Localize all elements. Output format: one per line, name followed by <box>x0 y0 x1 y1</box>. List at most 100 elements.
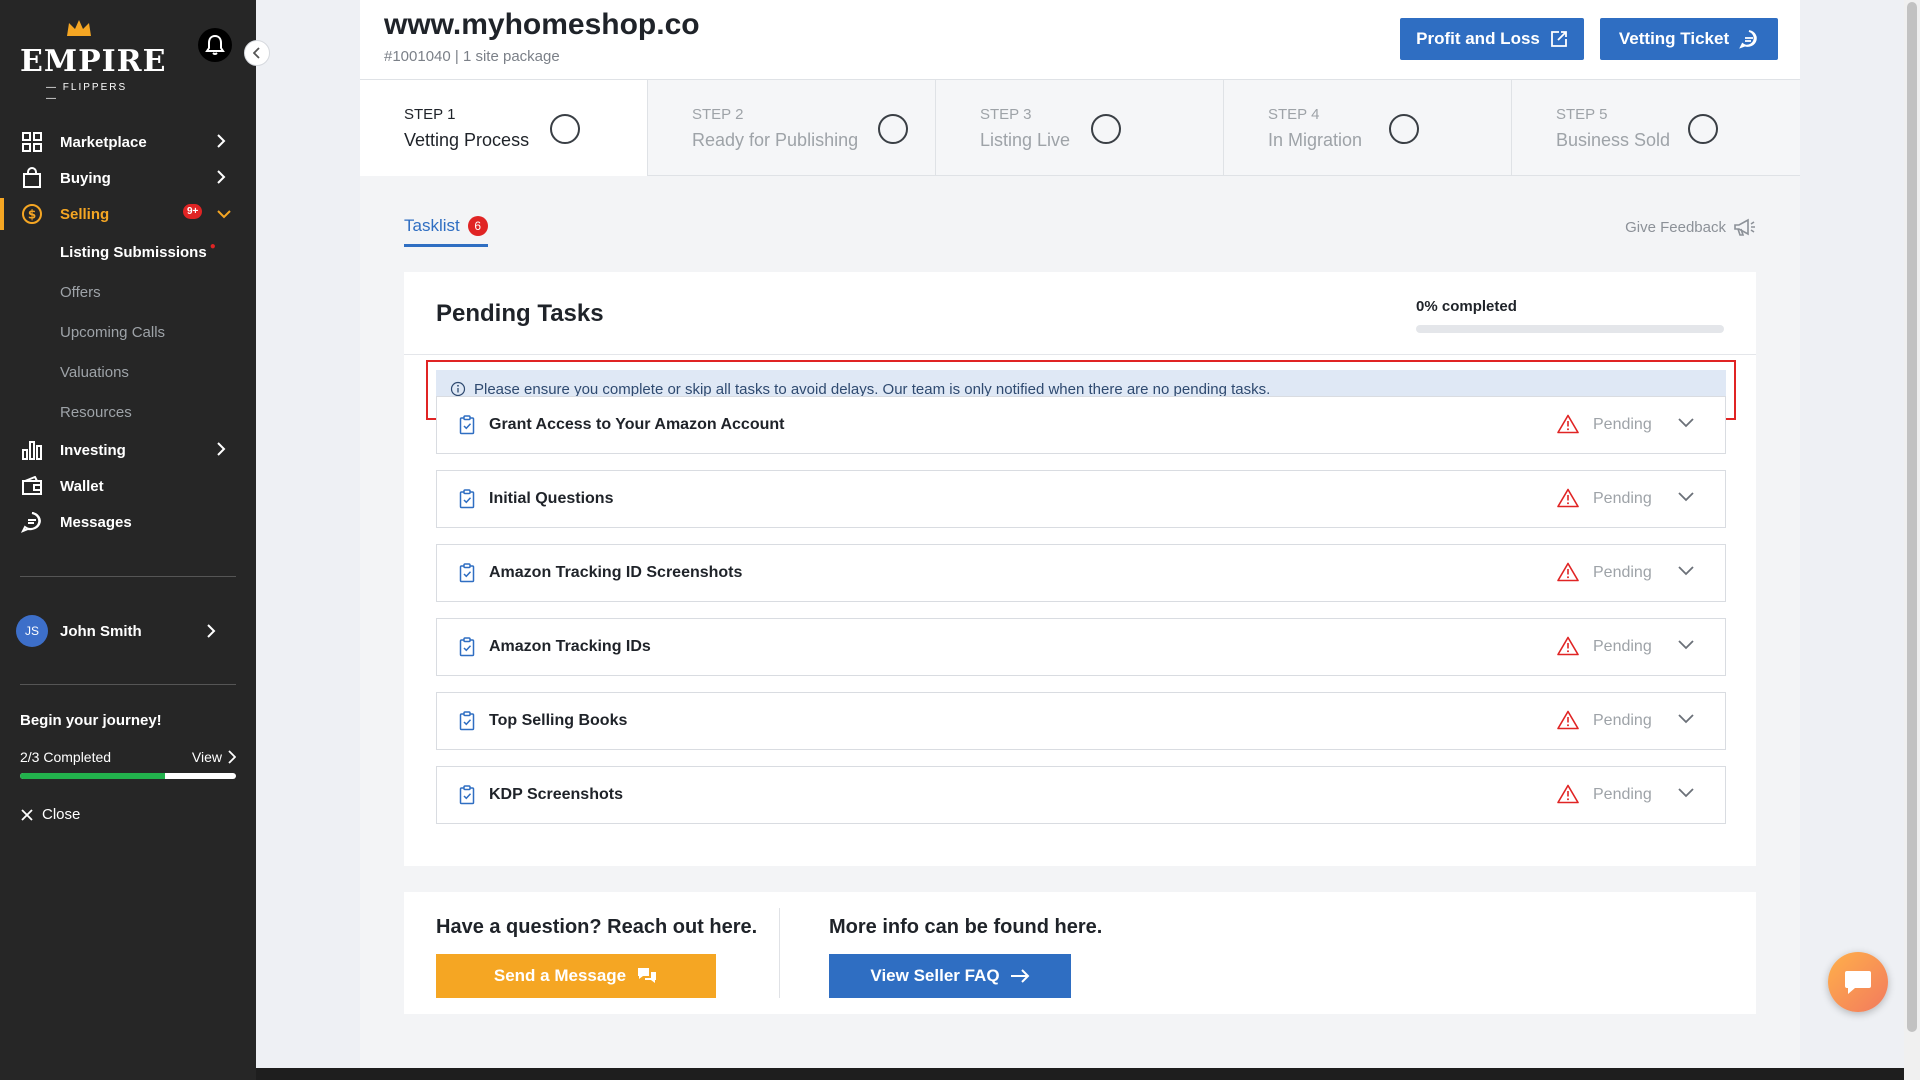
chevron-down-icon[interactable] <box>1677 713 1695 725</box>
user-name: John Smith <box>60 622 142 640</box>
sidebar-subitem-offers[interactable]: Offers <box>0 272 256 312</box>
sidebar-divider <box>20 576 236 577</box>
chevron-left-icon <box>253 47 260 59</box>
close-journey-button[interactable]: Close <box>20 806 80 823</box>
button-label: Vetting Ticket <box>1618 29 1730 48</box>
task-status: Pending <box>1593 416 1652 433</box>
bar-chart-icon <box>20 438 44 462</box>
step-status-circle-icon <box>878 114 908 144</box>
task-name: KDP Screenshots <box>489 786 623 803</box>
warning-icon <box>1557 488 1579 508</box>
sidebar-divider <box>20 684 236 685</box>
sidebar-item-label: Buying <box>60 169 111 187</box>
task-row[interactable]: Grant Access to Your Amazon Account Pendi… <box>436 396 1726 454</box>
feedback-label: Give Feedback <box>1625 218 1726 236</box>
sidebar-item-wallet[interactable]: Wallet <box>0 468 256 504</box>
sidebar-item-messages[interactable]: Messages <box>0 504 256 540</box>
scrollbar[interactable] <box>1904 0 1920 1080</box>
user-profile[interactable]: JS John Smith <box>16 615 246 647</box>
clipboard-icon <box>459 711 475 731</box>
sidebar-item-investing[interactable]: Investing <box>0 432 256 468</box>
scrollbar-thumb[interactable] <box>1907 2 1917 1032</box>
chevron-down-icon <box>217 210 231 219</box>
sidebar: EMPIRE — FLIPPERS — Marketplace Buying $… <box>0 0 256 1080</box>
task-name: Grant Access to Your Amazon Account <box>489 416 785 433</box>
task-row[interactable]: KDP Screenshots Pending <box>436 766 1726 824</box>
step-number: STEP 2 <box>692 106 744 123</box>
task-row[interactable]: Amazon Tracking IDs Pending <box>436 618 1726 676</box>
chevron-down-icon[interactable] <box>1677 639 1695 651</box>
step-status-circle-icon <box>1389 114 1419 144</box>
give-feedback-link[interactable]: Give Feedback <box>1625 216 1756 238</box>
chevron-down-icon[interactable] <box>1677 565 1695 577</box>
bottom-strip <box>256 1068 1904 1080</box>
warning-icon <box>1557 784 1579 804</box>
task-status: Pending <box>1593 712 1652 729</box>
sidebar-item-buying[interactable]: Buying <box>0 160 256 196</box>
pending-tasks-title: Pending Tasks <box>436 300 604 327</box>
task-name: Amazon Tracking IDs <box>489 638 651 655</box>
sidebar-item-marketplace[interactable]: Marketplace <box>0 124 256 160</box>
chevron-down-icon[interactable] <box>1677 787 1695 799</box>
sidebar-item-label: Marketplace <box>60 133 147 151</box>
vetting-ticket-button[interactable]: Vetting Ticket <box>1600 18 1778 60</box>
chevron-down-icon[interactable] <box>1677 491 1695 503</box>
sidebar-item-label: Selling <box>60 205 110 223</box>
live-chat-button[interactable] <box>1828 952 1888 1012</box>
profit-and-loss-button[interactable]: Profit and Loss <box>1400 18 1584 60</box>
clipboard-icon <box>459 637 475 657</box>
selling-submenu: Listing Submissions ● Offers Upcoming Cal… <box>0 232 256 432</box>
clipboard-icon <box>459 563 475 583</box>
subitem-label: Resources <box>60 403 132 421</box>
sidebar-subitem-resources[interactable]: Resources <box>0 392 256 432</box>
chat-icon <box>1845 971 1871 994</box>
journey-progress-bar <box>20 773 236 779</box>
journey-title: Begin your journey! <box>20 712 162 729</box>
sidebar-nav: Marketplace Buying $ Selling 9+ Listing … <box>0 124 256 540</box>
sidebar-item-selling[interactable]: $ Selling 9+ <box>0 196 256 232</box>
task-status: Pending <box>1593 564 1652 581</box>
notifications-bell-icon[interactable] <box>198 28 232 62</box>
crown-icon <box>67 20 91 36</box>
step-ready-for-publishing[interactable]: STEP 2 Ready for Publishing <box>648 80 936 176</box>
task-row[interactable]: Initial Questions Pending <box>436 470 1726 528</box>
chevron-down-icon[interactable] <box>1677 417 1695 429</box>
subitem-label: Offers <box>60 283 101 301</box>
task-status: Pending <box>1593 786 1652 803</box>
journey-view-link[interactable]: View <box>192 749 236 765</box>
chevron-right-icon <box>207 624 216 638</box>
collapse-sidebar-button[interactable] <box>244 40 270 66</box>
chat-bubbles-icon <box>638 968 657 983</box>
clipboard-icon <box>459 415 475 435</box>
selling-badge: 9+ <box>183 204 203 219</box>
tasks-progress-bar <box>1416 325 1724 333</box>
step-listing-live[interactable]: STEP 3 Listing Live <box>936 80 1224 176</box>
task-status: Pending <box>1593 638 1652 655</box>
empire-flippers-logo[interactable]: EMPIRE — FLIPPERS — <box>18 18 165 104</box>
sidebar-subitem-listing-submissions[interactable]: Listing Submissions ● <box>0 232 256 272</box>
close-icon <box>21 808 33 821</box>
step-number: STEP 1 <box>404 106 456 123</box>
dollar-circle-icon: $ <box>20 202 44 226</box>
chevron-right-icon <box>217 170 226 184</box>
chat-bubble-icon <box>1739 30 1757 49</box>
page-title: www.myhomeshop.co <box>384 8 700 41</box>
send-message-button[interactable]: Send a Message <box>436 954 716 998</box>
card-divider <box>404 354 1756 355</box>
journey-progress-text: 2/3 Completed <box>20 749 112 765</box>
step-in-migration[interactable]: STEP 4 In Migration <box>1224 80 1512 176</box>
step-status-circle-icon <box>1688 114 1718 144</box>
step-vetting-process[interactable]: STEP 1 Vetting Process <box>360 80 648 176</box>
button-label: Profit and Loss <box>1416 29 1540 48</box>
task-row[interactable]: Amazon Tracking ID Screenshots Pending <box>436 544 1726 602</box>
grid-icon <box>20 130 44 154</box>
tab-tasklist[interactable]: Tasklist 6 <box>404 216 488 247</box>
sidebar-subitem-upcoming-calls[interactable]: Upcoming Calls <box>0 312 256 352</box>
step-business-sold[interactable]: STEP 5 Business Sold <box>1512 80 1800 176</box>
task-row[interactable]: Top Selling Books Pending <box>436 692 1726 750</box>
notice-text: Please ensure you complete or skip all t… <box>474 380 1271 398</box>
view-seller-faq-button[interactable]: View Seller FAQ <box>829 954 1071 998</box>
button-label: Send a Message <box>493 966 627 985</box>
sidebar-subitem-valuations[interactable]: Valuations <box>0 352 256 392</box>
info-title: More info can be found here. <box>829 916 1103 938</box>
